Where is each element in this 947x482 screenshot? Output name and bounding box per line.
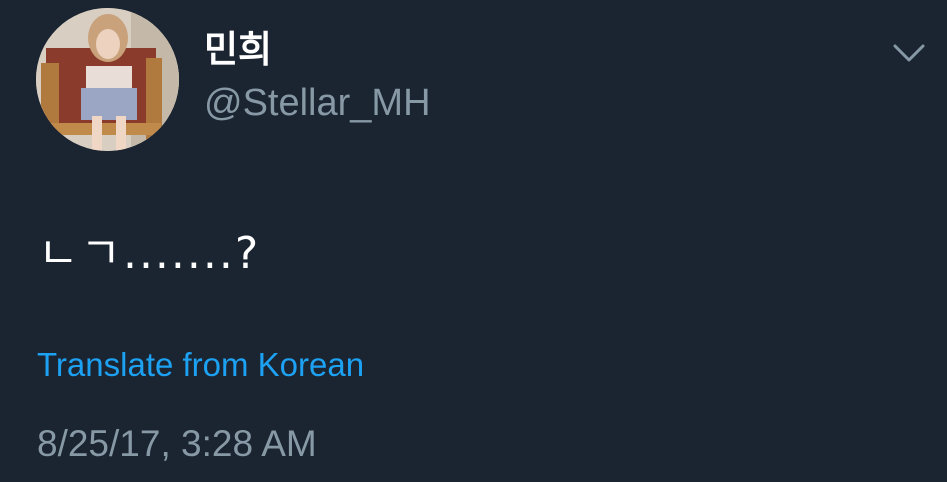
display-name[interactable]: 민희: [204, 26, 272, 74]
handle[interactable]: @Stellar_MH: [204, 79, 431, 127]
timestamp[interactable]: 8/25/17, 3:28 AM: [37, 419, 317, 469]
avatar[interactable]: [36, 8, 179, 151]
profile-photo: [36, 8, 179, 151]
tweet-text: ㄴㄱ.......?: [38, 228, 261, 279]
translate-link[interactable]: Translate from Korean: [37, 343, 364, 387]
tweet-menu-button[interactable]: [887, 36, 931, 72]
chevron-down-icon: [893, 44, 925, 62]
